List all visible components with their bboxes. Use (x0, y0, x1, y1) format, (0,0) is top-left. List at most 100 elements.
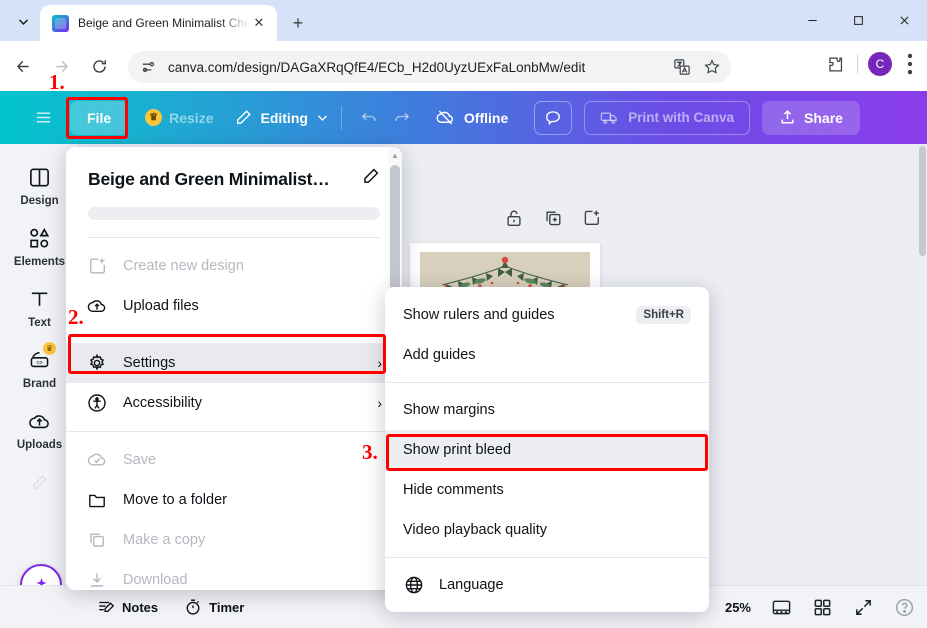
zoom-level[interactable]: 25% (725, 600, 751, 615)
menu-item-create-new-design[interactable]: Create new design (66, 246, 402, 286)
menu-item-save[interactable]: Save (66, 440, 402, 480)
unlock-icon[interactable] (504, 208, 524, 233)
menu-item-label: Move to a folder (123, 492, 227, 508)
maximize-window-button[interactable] (835, 0, 881, 41)
settings-submenu: Show rulers and guides Shift+R Add guide… (385, 287, 709, 612)
offline-indicator[interactable]: Offline (436, 103, 508, 133)
redo-button[interactable] (386, 102, 418, 134)
scroll-up-arrow-icon[interactable]: ▲ (390, 151, 400, 161)
submenu-item-hide-comments[interactable]: Hide comments (385, 470, 709, 510)
timer-label: Timer (209, 599, 245, 615)
accessibility-icon (86, 392, 108, 414)
notes-button[interactable]: Notes (97, 598, 158, 616)
file-menu-items: Create new design Upload files Settings … (66, 238, 402, 590)
address-bar[interactable]: canva.com/design/DAGaXRqQfE4/ECb_H2d0Uyz… (128, 51, 731, 83)
sidebar-item-label: Uploads (16, 439, 63, 451)
file-dropdown-menu: Beige and Green Minimalist… Create new d… (66, 147, 402, 590)
upload-cloud-icon (86, 295, 108, 317)
tab-search-chevron-icon[interactable] (10, 9, 36, 33)
undo-button[interactable] (354, 102, 386, 134)
fullscreen-icon[interactable] (853, 597, 874, 618)
offline-label: Offline (463, 109, 509, 126)
chevron-down-icon (317, 115, 327, 121)
duplicate-page-icon[interactable] (543, 208, 563, 233)
grid-view-icon[interactable] (812, 597, 833, 618)
avatar[interactable]: C (865, 49, 895, 79)
sidebar-item-text[interactable]: Text (6, 286, 74, 329)
share-label: Share (804, 109, 843, 126)
browser-tab[interactable]: Beige and Green Minimalist Chr ✕ (40, 5, 277, 41)
menu-item-label: Accessibility (123, 395, 202, 411)
sidebar-item-label: Design (20, 195, 59, 207)
print-label: Print with Canva (628, 110, 735, 125)
file-menu-button[interactable]: File (70, 100, 129, 135)
minimize-window-button[interactable] (789, 0, 835, 41)
sidebar-item-label: Brand (22, 378, 57, 390)
add-page-icon[interactable] (582, 208, 602, 233)
canvas-scrollbar[interactable] (918, 144, 927, 585)
submenu-item-show-print-bleed[interactable]: Show print bleed (385, 430, 709, 470)
close-tab-icon[interactable]: ✕ (249, 13, 269, 33)
url-text: canva.com/design/DAGaXRqQfE4/ECb_H2d0Uyz… (168, 59, 586, 75)
menu-item-upload-files[interactable]: Upload files (66, 286, 402, 326)
canva-toolbar: File ♛ Resize Editing Offline Print with… (0, 91, 927, 144)
forward-button[interactable] (46, 51, 76, 81)
menu-item-accessibility[interactable]: Accessibility › (66, 383, 402, 423)
brand-kit-icon: co ♛ (28, 342, 56, 373)
sidebar-item-design[interactable]: Design (6, 164, 74, 207)
menu-item-move-to-folder[interactable]: Move to a folder (66, 480, 402, 520)
cloud-offline-icon (436, 110, 453, 125)
window-controls (789, 0, 927, 41)
pro-crown-icon: ♛ (43, 342, 56, 355)
three-dot-menu-icon[interactable] (897, 49, 923, 79)
browser-tab-strip: Beige and Green Minimalist Chr ✕ + (0, 0, 927, 41)
submenu-item-video-playback-quality[interactable]: Video playback quality (385, 510, 709, 550)
close-window-button[interactable] (881, 0, 927, 41)
submenu-item-label: Hide comments (403, 482, 504, 498)
extensions-puzzle-icon[interactable] (820, 49, 850, 79)
timer-icon (186, 599, 200, 615)
sidebar-item-uploads[interactable]: Uploads (6, 408, 74, 451)
tab-title: Beige and Green Minimalist Chr (78, 16, 249, 30)
hamburger-icon[interactable] (26, 101, 60, 135)
menu-item-label: Settings (123, 355, 176, 371)
back-button[interactable] (8, 51, 38, 81)
share-button[interactable]: Share (762, 100, 860, 135)
cloud-check-icon (86, 449, 108, 471)
design-panel-icon (28, 164, 51, 190)
pen-draw-icon[interactable] (30, 473, 49, 497)
design-title: Beige and Green Minimalist… (88, 168, 330, 189)
editing-label: Editing (260, 109, 308, 126)
menu-item-settings[interactable]: Settings › (66, 343, 402, 383)
translate-icon[interactable] (669, 54, 695, 80)
timer-button[interactable]: Timer (184, 598, 244, 616)
text-t-icon (28, 286, 51, 312)
print-with-canva-button[interactable]: Print with Canva (584, 100, 751, 135)
reload-button[interactable] (84, 51, 114, 81)
chevron-right-icon: › (377, 395, 382, 411)
submenu-item-show-rulers-and-guides[interactable]: Show rulers and guides Shift+R (385, 295, 709, 335)
star-icon[interactable] (699, 54, 725, 80)
sidebar-item-label: Elements (13, 256, 66, 268)
submenu-item-show-margins[interactable]: Show margins (385, 390, 709, 430)
menu-item-label: Save (123, 452, 157, 468)
pencil-icon[interactable] (361, 167, 380, 191)
share-upload-icon (781, 110, 794, 124)
editing-mode-button[interactable]: Editing (235, 103, 328, 133)
sidebar-item-elements[interactable]: Elements (6, 225, 74, 268)
chevron-right-icon: › (377, 355, 382, 371)
menu-item-download[interactable]: Download (66, 560, 402, 590)
page-settings-icon[interactable] (140, 59, 157, 76)
submenu-item-add-guides[interactable]: Add guides (385, 335, 709, 375)
page-view-icon[interactable] (771, 597, 792, 618)
submenu-item-label: Show margins (403, 402, 495, 418)
resize-button[interactable]: ♛ Resize (141, 103, 217, 133)
submenu-item-language[interactable]: Language (385, 565, 709, 605)
canvas-scrollbar-thumb[interactable] (919, 146, 926, 256)
help-icon[interactable] (894, 597, 915, 618)
menu-item-label: Make a copy (123, 532, 206, 548)
new-tab-button[interactable]: + (285, 10, 311, 36)
comment-bubble-icon[interactable] (534, 100, 573, 135)
menu-item-make-a-copy[interactable]: Make a copy (66, 520, 402, 560)
sidebar-item-brand[interactable]: co ♛ Brand (6, 342, 74, 390)
